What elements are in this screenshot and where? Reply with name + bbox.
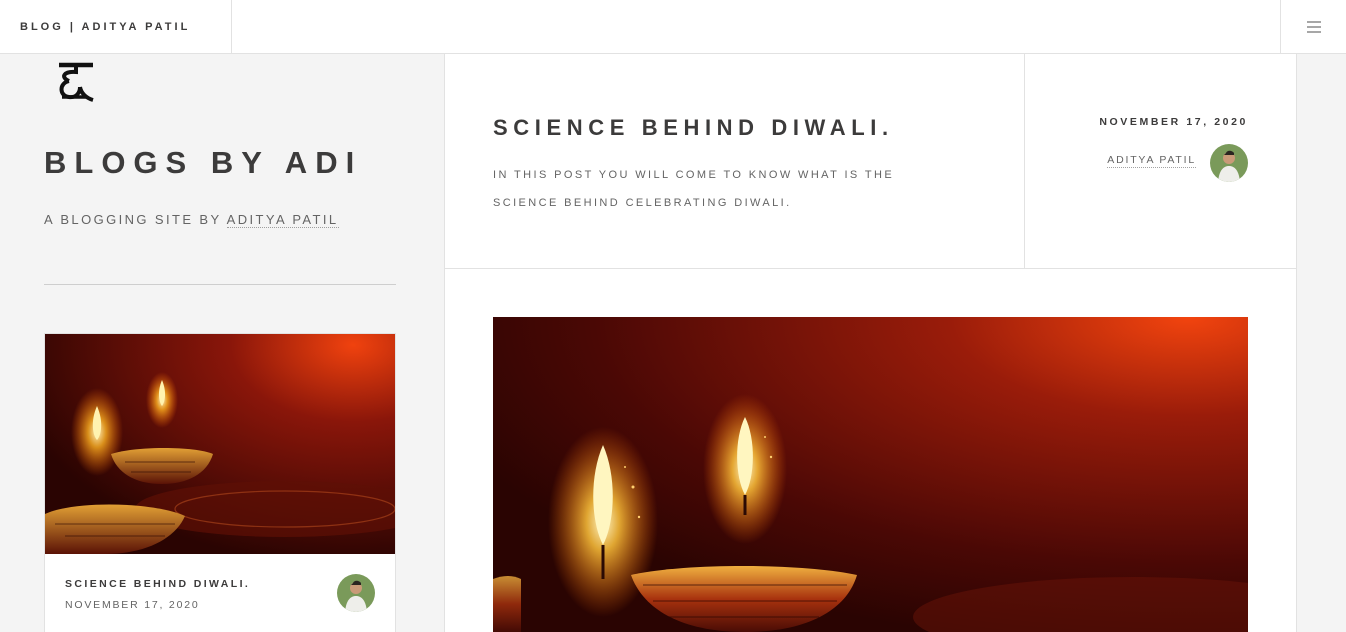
main-post: SCIENCE BEHIND DIWALI. IN THIS POST YOU …	[444, 54, 1297, 632]
blog-subtitle-prefix: A BLOGGING SITE BY	[44, 212, 227, 227]
post-description: IN THIS POST YOU WILL COME TO KNOW WHAT …	[493, 169, 895, 209]
post-meta: NOVEMBER 17, 2020 ADITYA PATIL	[1025, 54, 1296, 268]
post-author-avatar[interactable]	[1210, 144, 1248, 182]
sidebar-divider	[44, 284, 396, 285]
devanagari-letter-logo	[59, 62, 94, 102]
post-header-title-block: SCIENCE BEHIND DIWALI. IN THIS POST YOU …	[445, 54, 1025, 268]
mini-post-card[interactable]: SCIENCE BEHIND DIWALI. NOVEMBER 17, 2020	[44, 333, 396, 632]
mini-post-author-avatar[interactable]	[337, 574, 375, 612]
post-featured-image[interactable]	[493, 317, 1248, 632]
avatar-image	[337, 574, 375, 612]
author-link[interactable]: ADITYA PATIL	[226, 212, 339, 228]
post-author-link[interactable]: ADITYA PATIL	[1107, 154, 1196, 168]
diya-image	[493, 317, 1248, 632]
hamburger-icon	[1306, 20, 1321, 33]
post-header: SCIENCE BEHIND DIWALI. IN THIS POST YOU …	[445, 54, 1296, 269]
mini-post-image[interactable]	[45, 334, 395, 554]
top-header: BLOG | ADITYA PATIL	[0, 0, 1346, 54]
diya-image	[45, 334, 395, 554]
post-title[interactable]: SCIENCE BEHIND DIWALI.	[493, 115, 894, 141]
blog-title: BLOGS BY ADI	[44, 145, 363, 180]
logo-icon[interactable]	[56, 60, 96, 104]
sidebar: BLOGS BY ADI A BLOGGING SITE BY ADITYA P…	[0, 54, 444, 632]
mini-post-date: NOVEMBER 17, 2020	[65, 599, 200, 611]
menu-button[interactable]	[1280, 0, 1346, 53]
avatar-image	[1210, 144, 1248, 182]
post-date: NOVEMBER 17, 2020	[1099, 116, 1248, 128]
blog-subtitle: A BLOGGING SITE BY ADITYA PATIL	[44, 212, 339, 228]
mini-post-title[interactable]: SCIENCE BEHIND DIWALI.	[65, 578, 250, 590]
site-title-link[interactable]: BLOG | ADITYA PATIL	[0, 0, 232, 53]
